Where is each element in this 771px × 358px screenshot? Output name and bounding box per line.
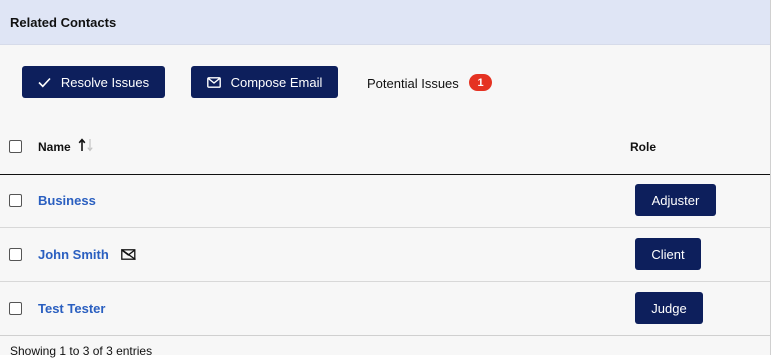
- role-badge[interactable]: Client: [635, 238, 701, 270]
- compose-email-label: Compose Email: [230, 74, 323, 90]
- potential-issues-badge[interactable]: 1: [469, 74, 492, 91]
- check-icon: [38, 77, 51, 87]
- column-header-role: Role: [630, 140, 657, 154]
- compose-email-button[interactable]: Compose Email: [191, 66, 338, 98]
- resolve-issues-button[interactable]: Resolve Issues: [22, 66, 165, 98]
- role-badge[interactable]: Judge: [635, 292, 703, 324]
- row-checkbox[interactable]: [9, 194, 22, 207]
- no-email-icon: [121, 249, 136, 260]
- row-checkbox[interactable]: [9, 248, 22, 261]
- contact-name-link[interactable]: John Smith: [38, 247, 109, 262]
- related-contacts-panel: Related Contacts Resolve Issues Compose …: [0, 0, 771, 358]
- entries-info: Showing 1 to 3 of 3 entries: [10, 344, 153, 358]
- contact-name-link[interactable]: Test Tester: [38, 301, 105, 316]
- potential-issues-label: Potential Issues: [367, 76, 459, 91]
- contact-name-link[interactable]: Business: [38, 193, 96, 208]
- sort-ascending-icon[interactable]: [78, 138, 94, 152]
- panel-header: Related Contacts: [0, 0, 770, 45]
- resolve-issues-label: Resolve Issues: [60, 74, 150, 90]
- table-header: Name Role: [0, 120, 770, 175]
- row-checkbox[interactable]: [9, 302, 22, 315]
- table-row: Test Tester Judge: [0, 282, 770, 336]
- role-badge[interactable]: Adjuster: [635, 184, 716, 216]
- table-row: Business Adjuster: [0, 174, 770, 228]
- envelope-icon: [206, 76, 221, 88]
- table-footer: Showing 1 to 3 of 3 entries: [0, 335, 770, 358]
- table-row: John Smith Client: [0, 228, 770, 282]
- column-header-name[interactable]: Name: [38, 140, 71, 154]
- panel-title: Related Contacts: [10, 15, 117, 30]
- select-all-checkbox[interactable]: [9, 140, 22, 153]
